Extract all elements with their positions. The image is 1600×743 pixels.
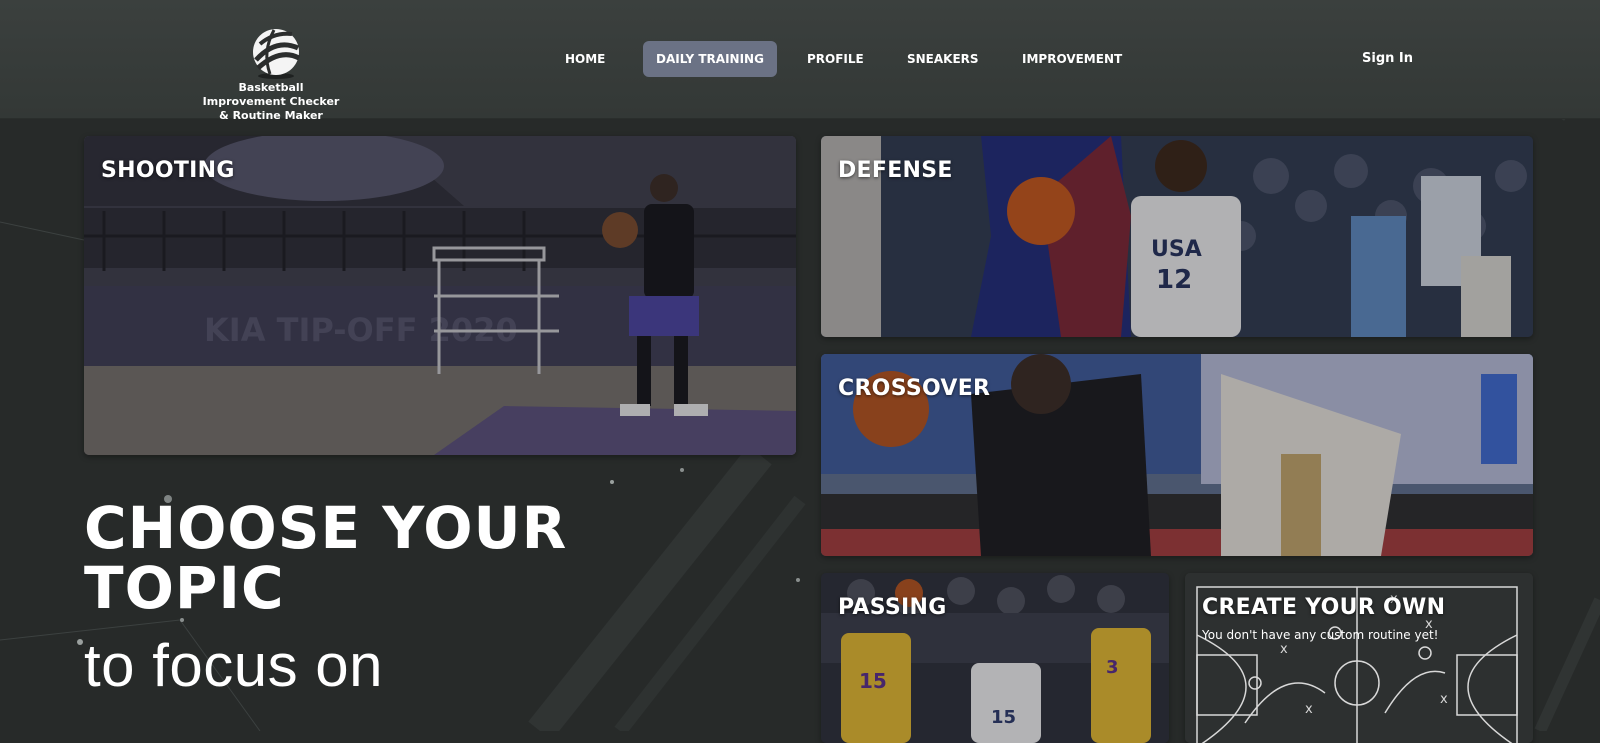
svg-text:x: x: [1305, 702, 1313, 717]
topic-card-create-your-own[interactable]: xxx xx CREATE YOUR OWN You don't have an…: [1185, 573, 1533, 743]
nav-daily-training[interactable]: DAILY TRAINING: [643, 41, 777, 77]
card-title-create-your-own: CREATE YOUR OWN: [1202, 595, 1446, 620]
topic-card-crossover[interactable]: CROSSOVER: [821, 354, 1533, 556]
hero-heading-line2: TOPIC: [84, 554, 285, 622]
card-subtitle-create-your-own: You don't have any custom routine yet!: [1202, 628, 1439, 642]
hero-heading-line1: CHOOSE YOUR: [84, 494, 568, 562]
site-logo[interactable]: Basketball Improvement Checker & Routine…: [196, 26, 356, 122]
topic-card-defense[interactable]: USA 12 DEFENSE: [821, 136, 1533, 337]
svg-text:x: x: [1440, 692, 1448, 707]
card-title-crossover: CROSSOVER: [838, 376, 991, 401]
topic-card-passing[interactable]: 15 15 3 PASSING: [821, 573, 1169, 743]
hero-subheading: to focus on: [84, 632, 384, 699]
nav-home[interactable]: HOME: [552, 41, 618, 77]
nav-profile[interactable]: PROFILE: [794, 41, 877, 77]
nav-improvement[interactable]: IMPROVEMENT: [1009, 41, 1135, 77]
card-title-defense: DEFENSE: [838, 158, 953, 183]
top-navbar: Basketball Improvement Checker & Routine…: [0, 0, 1600, 122]
card-title-shooting: SHOOTING: [101, 158, 235, 183]
card-overlay: [84, 136, 796, 455]
topic-card-shooting[interactable]: KIA TIP-OFF 2020 SHOOTING: [84, 136, 796, 455]
card-title-passing: PASSING: [838, 595, 947, 620]
logo-text: Basketball Improvement Checker & Routine…: [202, 81, 340, 122]
sign-in-link[interactable]: Sign In: [1362, 51, 1413, 66]
basketball-icon: [253, 29, 301, 79]
nav-sneakers[interactable]: SNEAKERS: [894, 41, 992, 77]
svg-text:x: x: [1280, 642, 1288, 657]
